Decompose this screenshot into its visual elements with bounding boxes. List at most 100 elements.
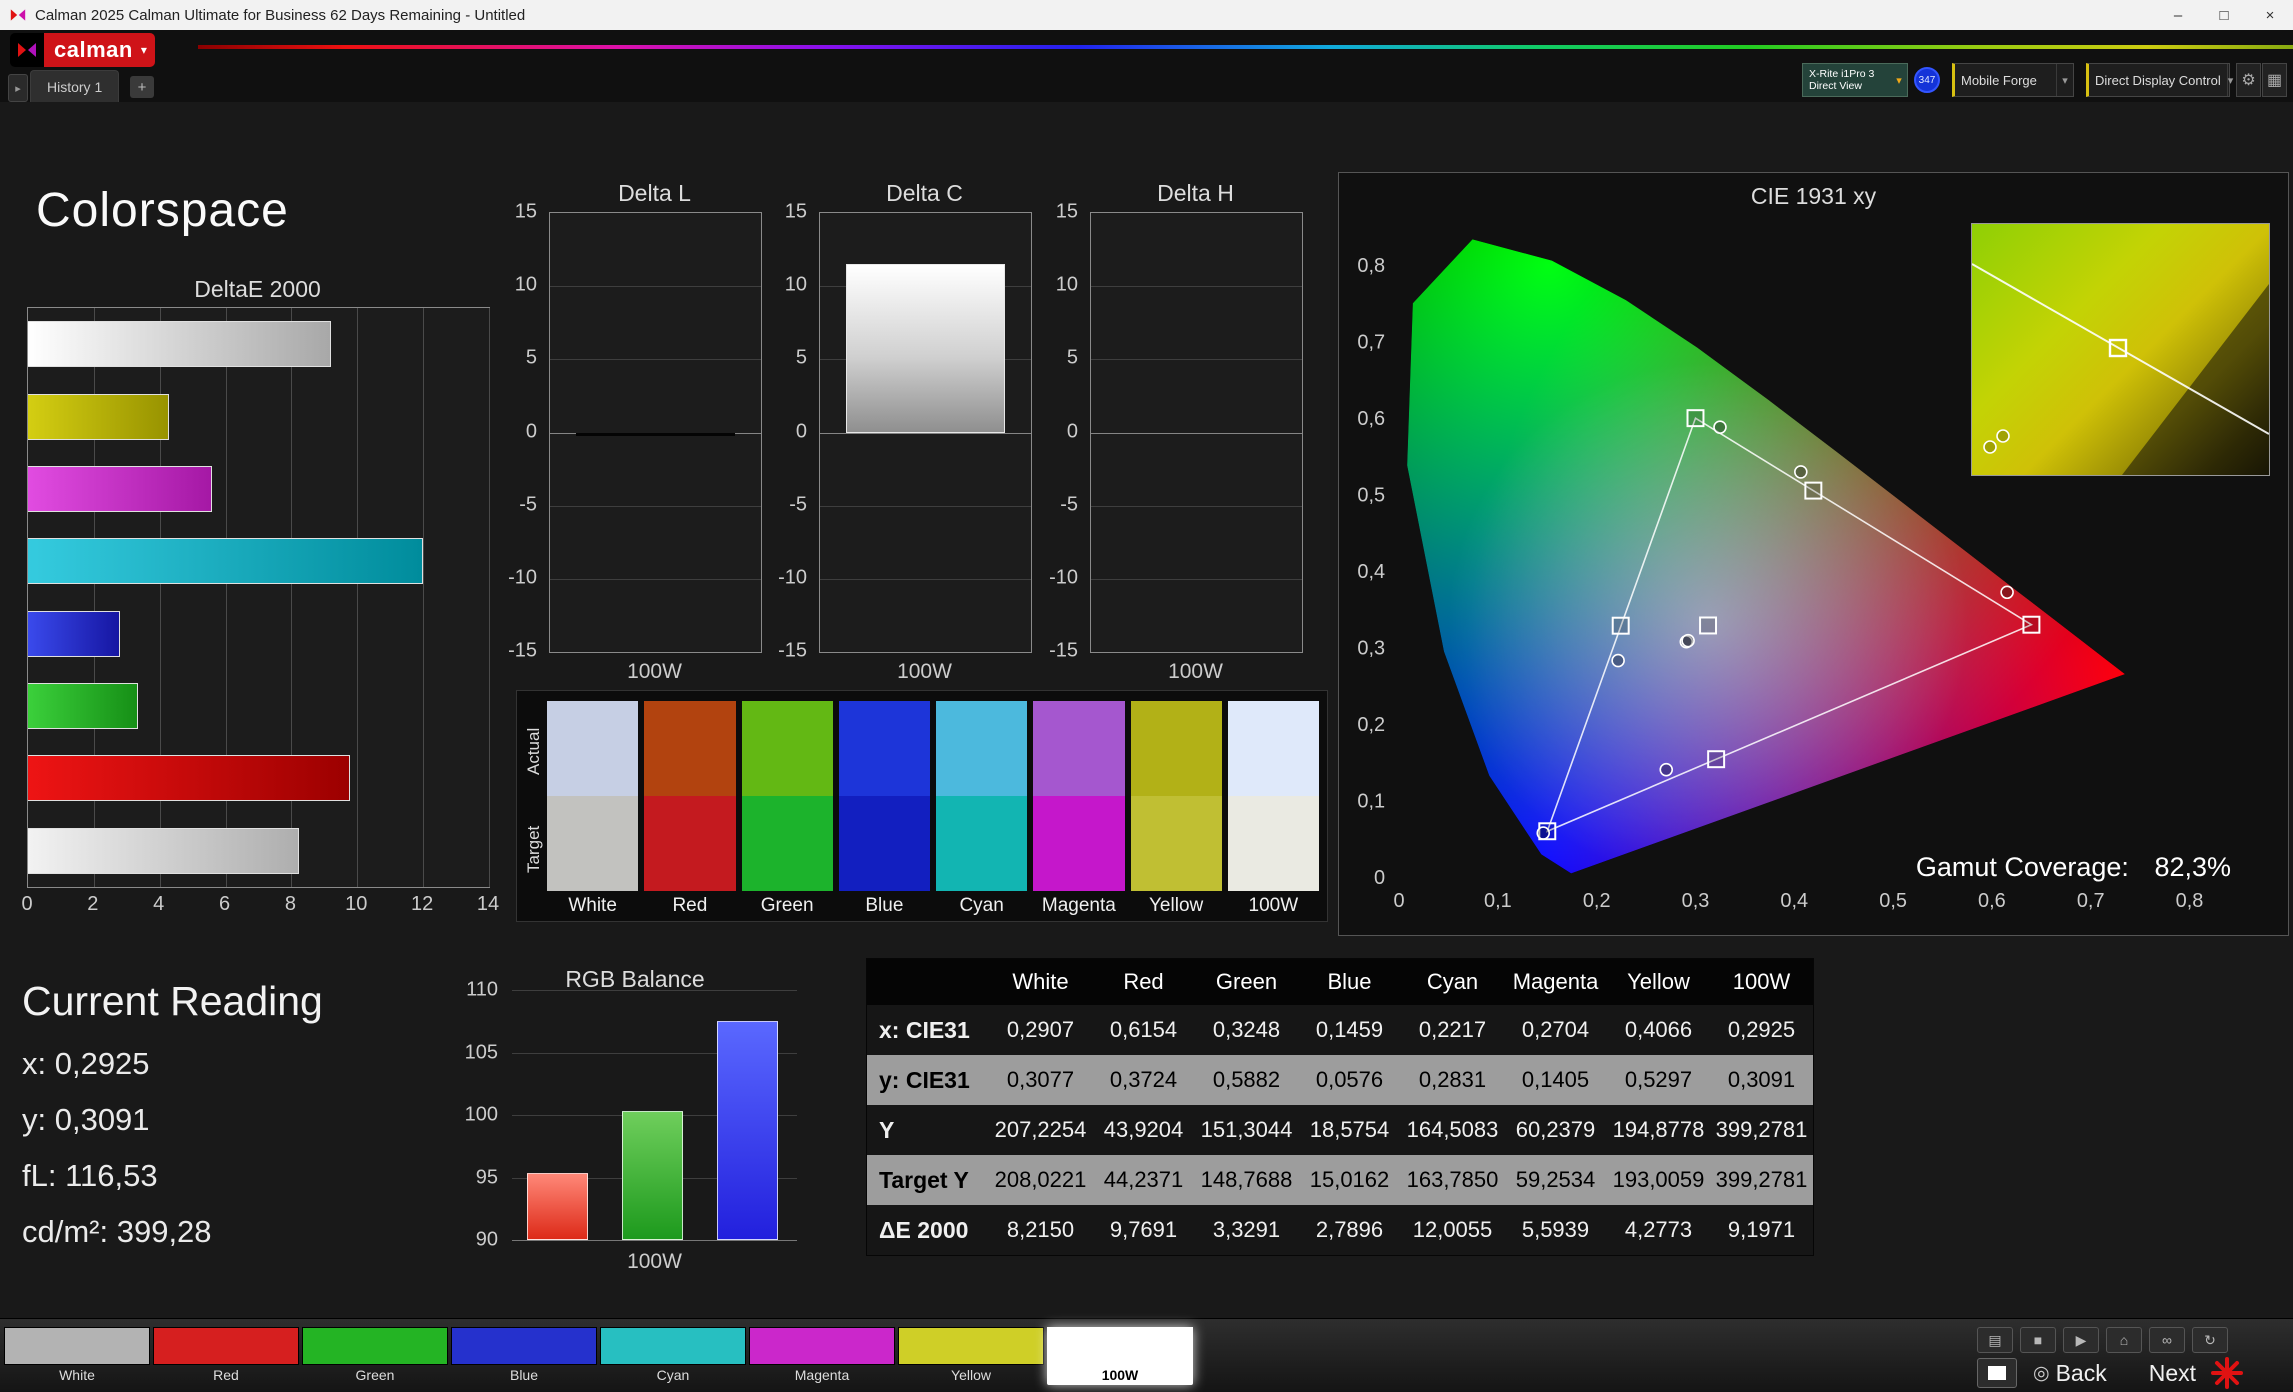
- table-cell: 0,2831: [1401, 1055, 1504, 1105]
- pattern-button-green[interactable]: Green: [302, 1327, 448, 1385]
- delta-h-title: Delta H: [1090, 180, 1301, 207]
- layout-button[interactable]: ▦: [2262, 63, 2287, 97]
- meter-select-button[interactable]: X-Rite i1Pro 3Direct View ▾: [1802, 63, 1908, 97]
- delta-axis-tick: -5: [767, 493, 807, 516]
- swatch-label: Yellow: [1131, 891, 1222, 917]
- cie-axis-tick: 0,6: [1357, 408, 1385, 430]
- delta-axis-tick: 10: [1038, 274, 1078, 297]
- back-button[interactable]: Back: [2056, 1360, 2107, 1387]
- maximize-button[interactable]: □: [2201, 0, 2247, 30]
- delta-axis-tick: -5: [497, 493, 537, 516]
- add-tab-button[interactable]: +: [130, 76, 154, 98]
- delta-axis-tick: -5: [1038, 493, 1078, 516]
- table-cell: 4,2773: [1607, 1205, 1710, 1255]
- target-swatch: [742, 796, 833, 891]
- home-icon[interactable]: ⌂: [2106, 1327, 2142, 1353]
- measured-point: [1537, 827, 1549, 839]
- table-cell: 9,7691: [1092, 1205, 1195, 1255]
- table-row-label: y: CIE31: [867, 1055, 989, 1105]
- swatch-label: White: [547, 891, 638, 917]
- table-cell: 43,9204: [1092, 1105, 1195, 1155]
- stop-icon[interactable]: ■: [2020, 1327, 2056, 1353]
- meter-name: X-Rite i1Pro 3Direct View: [1803, 68, 1891, 92]
- table-cell: 0,2217: [1401, 1005, 1504, 1055]
- delta-axis-tick: 10: [497, 274, 537, 297]
- table-cell: 399,2781: [1710, 1105, 1813, 1155]
- table-cell: 0,0576: [1298, 1055, 1401, 1105]
- delta-gridline: [820, 579, 1031, 580]
- pattern-window-button[interactable]: [1977, 1358, 2017, 1388]
- table-header: Magenta: [1504, 959, 1607, 1005]
- next-button[interactable]: Next: [2149, 1360, 2196, 1387]
- rgb-axis-tick: 110: [446, 979, 498, 1002]
- calman-logo-menu[interactable]: calman ▾: [10, 33, 155, 67]
- delta-c-axis: 151050-5-10-15: [771, 212, 811, 651]
- pattern-label: 100W: [1047, 1365, 1193, 1385]
- deltae-chart-title: DeltaE 2000: [27, 276, 488, 303]
- table-header: Yellow: [1607, 959, 1710, 1005]
- workflow-panel-arrow[interactable]: ▸: [8, 74, 28, 102]
- pattern-button-100w[interactable]: 100W: [1047, 1327, 1193, 1385]
- table-cell: 148,7688: [1195, 1155, 1298, 1205]
- table-row-label: Target Y: [867, 1155, 989, 1205]
- pattern-button-cyan[interactable]: Cyan: [600, 1327, 746, 1385]
- pattern-button-yellow[interactable]: Yellow: [898, 1327, 1044, 1385]
- pattern-label: White: [4, 1365, 150, 1385]
- delta-gridline: [1091, 579, 1302, 580]
- display-capture-icon[interactable]: ▤: [1977, 1327, 2013, 1353]
- meter-status-badge[interactable]: 347: [1914, 67, 1940, 93]
- rgb-bar-green: [622, 1111, 683, 1240]
- table-row-label: x: CIE31: [867, 1005, 989, 1055]
- window-titlebar: Calman 2025 Calman Ultimate for Business…: [0, 0, 2293, 30]
- deltae-x-axis: 02468101214: [27, 893, 488, 917]
- pattern-button-red[interactable]: Red: [153, 1327, 299, 1385]
- refresh-icon[interactable]: ↻: [2192, 1327, 2228, 1353]
- rgb-balance-footer: 100W: [512, 1250, 797, 1274]
- measured-point: [1682, 635, 1694, 647]
- table-cell: 59,2534: [1504, 1155, 1607, 1205]
- settings-gear-button[interactable]: ⚙: [2236, 63, 2261, 97]
- pattern-button-blue[interactable]: Blue: [451, 1327, 597, 1385]
- pattern-button-magenta[interactable]: Magenta: [749, 1327, 895, 1385]
- table-cell: 0,1459: [1298, 1005, 1401, 1055]
- inset-measured-point: [1984, 441, 1996, 453]
- table-header: Green: [1195, 959, 1298, 1005]
- cie-axis-tick: 0,1: [1484, 890, 1512, 912]
- delta-axis-tick: 5: [497, 347, 537, 370]
- pattern-button-white[interactable]: White: [4, 1327, 150, 1385]
- display-control-button[interactable]: Direct Display Control ▾: [2086, 63, 2230, 97]
- link-icon[interactable]: ∞: [2149, 1327, 2185, 1353]
- cie-axis-tick: 0,3: [1682, 890, 1710, 912]
- table-cell: 44,2371: [1092, 1155, 1195, 1205]
- target-marker: [1688, 410, 1704, 426]
- delta-axis-tick: 0: [767, 420, 807, 443]
- pattern-label: Yellow: [898, 1365, 1044, 1385]
- measurement-table: WhiteRedGreenBlueCyanMagentaYellow100Wx:…: [866, 958, 1814, 1256]
- delta-axis-tick: 15: [1038, 201, 1078, 224]
- target-swatch: [547, 796, 638, 891]
- table-cell: 2,7896: [1298, 1205, 1401, 1255]
- chevron-down-icon: ▾: [2227, 64, 2234, 96]
- swatch-column-magenta: Magenta: [1033, 701, 1124, 917]
- cie-axis-tick: 0,4: [1780, 890, 1808, 912]
- calman-butterfly-icon: [10, 33, 44, 67]
- deltae-bar-red: [28, 755, 350, 801]
- delta-gridline: [550, 359, 761, 360]
- pattern-label: Blue: [451, 1365, 597, 1385]
- deltae-chart: [27, 307, 490, 888]
- delta-axis-tick: 15: [767, 201, 807, 224]
- swatch-column-yellow: Yellow: [1131, 701, 1222, 917]
- play-icon[interactable]: ▶: [2063, 1327, 2099, 1353]
- delta-axis-tick: -10: [1038, 566, 1078, 589]
- table-cell: 3,3291: [1195, 1205, 1298, 1255]
- delta-h-chart: [1090, 212, 1303, 653]
- target-marker: [1708, 751, 1724, 767]
- delta-c-footer: 100W: [819, 660, 1030, 684]
- deltae-axis-tick: 8: [285, 893, 296, 916]
- table-cell: 0,3724: [1092, 1055, 1195, 1105]
- target-swatch: [1033, 796, 1124, 891]
- tab-history-1[interactable]: History 1: [30, 70, 119, 102]
- source-select-button[interactable]: Mobile Forge ▾: [1952, 63, 2074, 97]
- minimize-button[interactable]: –: [2155, 0, 2201, 30]
- close-button[interactable]: ×: [2247, 0, 2293, 30]
